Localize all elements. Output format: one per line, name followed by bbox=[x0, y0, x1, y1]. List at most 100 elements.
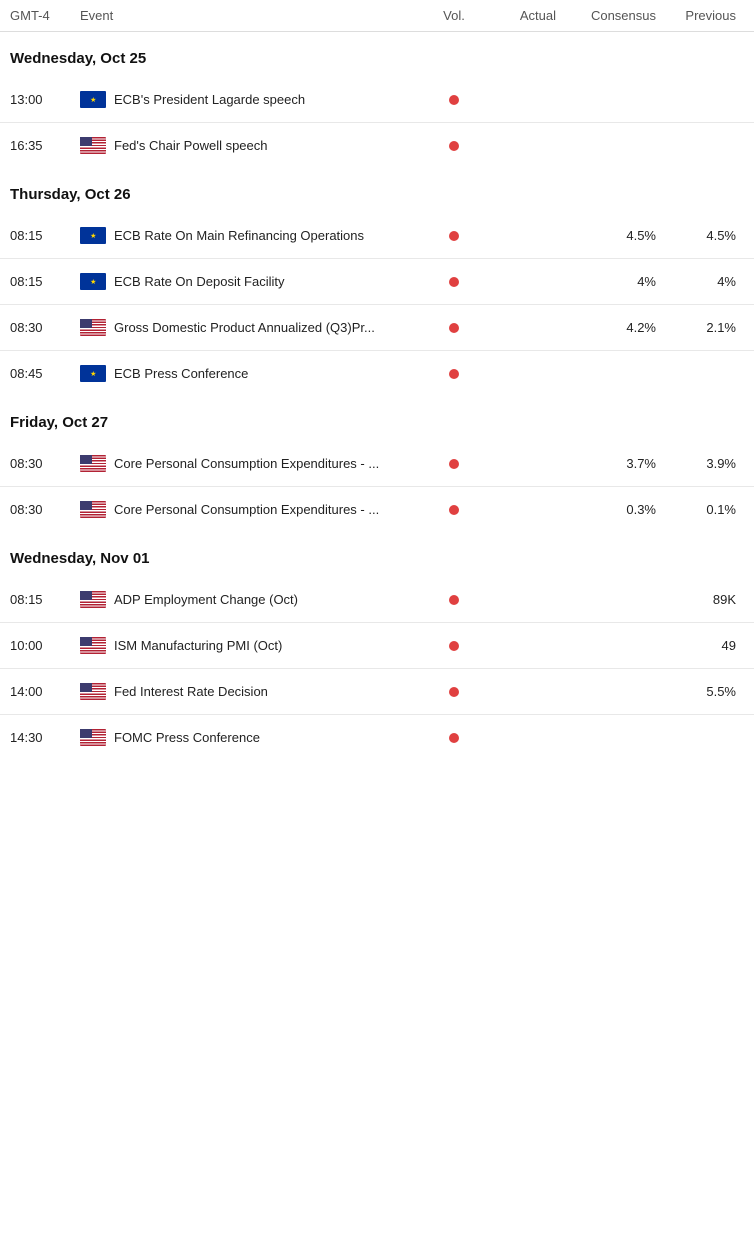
eu-flag-icon bbox=[80, 227, 106, 244]
table-row: 08:15 ECB Rate On Main Refinancing Operat… bbox=[0, 213, 754, 259]
volatility-dot bbox=[449, 459, 459, 469]
event-time: 08:15 bbox=[10, 592, 80, 607]
event-name: Fed Interest Rate Decision bbox=[114, 684, 268, 699]
event-flag-name: ECB Press Conference bbox=[80, 365, 424, 382]
col-consensus: Consensus bbox=[564, 8, 664, 23]
volatility-dot bbox=[449, 687, 459, 697]
col-previous: Previous bbox=[664, 8, 744, 23]
section-0: Wednesday, Oct 25 13:00 ECB's President La… bbox=[0, 32, 754, 168]
section-title-2: Friday, Oct 27 bbox=[0, 396, 754, 441]
section-title-1: Thursday, Oct 26 bbox=[0, 168, 754, 213]
event-name: Core Personal Consumption Expenditures -… bbox=[114, 502, 379, 517]
event-previous: 3.9% bbox=[664, 456, 744, 471]
event-vol bbox=[424, 687, 484, 697]
col-event: Event bbox=[80, 8, 424, 23]
volatility-dot bbox=[449, 141, 459, 151]
event-name: ECB Rate On Main Refinancing Operations bbox=[114, 228, 364, 243]
table-row: 13:00 ECB's President Lagarde speech bbox=[0, 77, 754, 123]
event-previous: 5.5% bbox=[664, 684, 744, 699]
event-name: FOMC Press Conference bbox=[114, 730, 260, 745]
event-flag-name: ECB Rate On Main Refinancing Operations bbox=[80, 227, 424, 244]
col-actual: Actual bbox=[484, 8, 564, 23]
header-row: GMT-4 Event Vol. Actual Consensus Previo… bbox=[0, 0, 754, 32]
us-flag-icon bbox=[80, 137, 106, 154]
event-flag-name: Gross Domestic Product Annualized (Q3)Pr… bbox=[80, 319, 424, 336]
event-flag-name: ECB Rate On Deposit Facility bbox=[80, 273, 424, 290]
eu-flag-icon bbox=[80, 273, 106, 290]
event-time: 10:00 bbox=[10, 638, 80, 653]
section-3: Wednesday, Nov 01 08:15 ADP Employment Cha… bbox=[0, 532, 754, 760]
event-previous: 89K bbox=[664, 592, 744, 607]
event-previous: 0.1% bbox=[664, 502, 744, 517]
section-title-0: Wednesday, Oct 25 bbox=[0, 32, 754, 77]
table-row: 10:00 ISM Manufacturing PMI (Oct) 49 bbox=[0, 623, 754, 669]
event-consensus: 3.7% bbox=[564, 456, 664, 471]
event-flag-name: Core Personal Consumption Expenditures -… bbox=[80, 501, 424, 518]
event-vol bbox=[424, 641, 484, 651]
event-name: ISM Manufacturing PMI (Oct) bbox=[114, 638, 282, 653]
volatility-dot bbox=[449, 95, 459, 105]
volatility-dot bbox=[449, 505, 459, 515]
event-vol bbox=[424, 733, 484, 743]
event-time: 08:15 bbox=[10, 228, 80, 243]
event-vol bbox=[424, 595, 484, 605]
event-vol bbox=[424, 277, 484, 287]
section-2: Friday, Oct 27 08:30 Core Personal Consump… bbox=[0, 396, 754, 532]
event-name: ADP Employment Change (Oct) bbox=[114, 592, 298, 607]
table-row: 14:00 Fed Interest Rate Decision 5.5% bbox=[0, 669, 754, 715]
volatility-dot bbox=[449, 641, 459, 651]
volatility-dot bbox=[449, 733, 459, 743]
event-consensus: 4% bbox=[564, 274, 664, 289]
event-name: ECB Rate On Deposit Facility bbox=[114, 274, 285, 289]
event-time: 08:45 bbox=[10, 366, 80, 381]
event-flag-name: ECB's President Lagarde speech bbox=[80, 91, 424, 108]
event-time: 14:00 bbox=[10, 684, 80, 699]
event-vol bbox=[424, 505, 484, 515]
event-time: 08:30 bbox=[10, 456, 80, 471]
table-row: 16:35 Fed's Chair Powell speech bbox=[0, 123, 754, 168]
event-previous: 49 bbox=[664, 638, 744, 653]
calendar-body: Wednesday, Oct 25 13:00 ECB's President La… bbox=[0, 32, 754, 760]
event-vol bbox=[424, 323, 484, 333]
event-time: 08:30 bbox=[10, 320, 80, 335]
us-flag-icon bbox=[80, 455, 106, 472]
section-1: Thursday, Oct 26 08:15 ECB Rate On Main Re… bbox=[0, 168, 754, 396]
section-title-3: Wednesday, Nov 01 bbox=[0, 532, 754, 577]
event-time: 16:35 bbox=[10, 138, 80, 153]
us-flag-icon bbox=[80, 729, 106, 746]
event-flag-name: Fed's Chair Powell speech bbox=[80, 137, 424, 154]
event-flag-name: ISM Manufacturing PMI (Oct) bbox=[80, 637, 424, 654]
event-flag-name: FOMC Press Conference bbox=[80, 729, 424, 746]
event-previous: 4.5% bbox=[664, 228, 744, 243]
us-flag-icon bbox=[80, 501, 106, 518]
volatility-dot bbox=[449, 323, 459, 333]
table-row: 14:30FOMC Press Conference bbox=[0, 715, 754, 760]
us-flag-icon bbox=[80, 683, 106, 700]
event-flag-name: Core Personal Consumption Expenditures -… bbox=[80, 455, 424, 472]
event-name: ECB's President Lagarde speech bbox=[114, 92, 305, 107]
event-name: Core Personal Consumption Expenditures -… bbox=[114, 456, 379, 471]
event-name: Gross Domestic Product Annualized (Q3)Pr… bbox=[114, 320, 375, 335]
event-flag-name: Fed Interest Rate Decision bbox=[80, 683, 424, 700]
event-vol bbox=[424, 459, 484, 469]
event-vol bbox=[424, 231, 484, 241]
table-row: 08:30 Core Personal Consumption Expenditu… bbox=[0, 487, 754, 532]
event-consensus: 4.5% bbox=[564, 228, 664, 243]
volatility-dot bbox=[449, 595, 459, 605]
col-vol: Vol. bbox=[424, 8, 484, 23]
event-time: 13:00 bbox=[10, 92, 80, 107]
event-consensus: 4.2% bbox=[564, 320, 664, 335]
event-name: Fed's Chair Powell speech bbox=[114, 138, 268, 153]
table-row: 08:45ECB Press Conference bbox=[0, 351, 754, 396]
us-flag-icon bbox=[80, 319, 106, 336]
us-flag-icon bbox=[80, 591, 106, 608]
event-flag-name: ADP Employment Change (Oct) bbox=[80, 591, 424, 608]
event-vol bbox=[424, 141, 484, 151]
eu-flag-icon bbox=[80, 365, 106, 382]
event-vol bbox=[424, 95, 484, 105]
event-time: 08:30 bbox=[10, 502, 80, 517]
event-previous: 4% bbox=[664, 274, 744, 289]
us-flag-icon bbox=[80, 637, 106, 654]
eu-flag-icon bbox=[80, 91, 106, 108]
volatility-dot bbox=[449, 277, 459, 287]
